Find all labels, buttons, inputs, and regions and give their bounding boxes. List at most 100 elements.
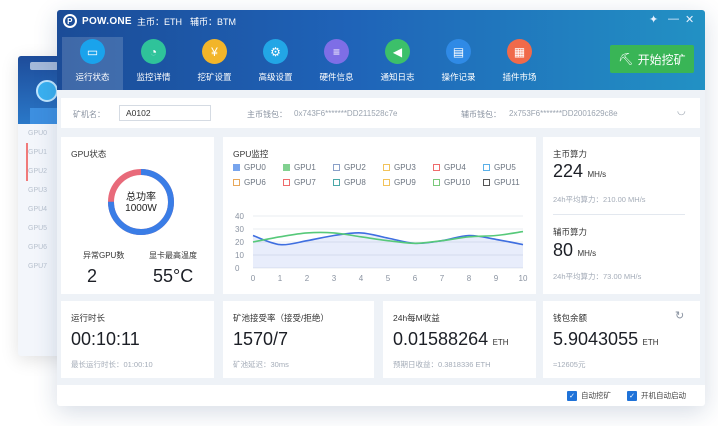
aux-hashrate-unit: MH/s: [577, 249, 597, 258]
nav-item-label: 运行状态: [75, 72, 110, 82]
speaker-icon: ◀: [385, 39, 410, 64]
info-strip: 矿机名： A0102 主币钱包： 0x743F6*******DD211528c…: [61, 98, 700, 128]
x-tick-label: 0: [251, 274, 256, 283]
pool-title: 矿池接受率（接受/拒绝）: [233, 313, 329, 323]
x-tick-label: 7: [440, 274, 445, 283]
x-tick-label: 2: [305, 274, 310, 283]
runtime-card: 运行时长 00:10:11 最长运行时长：01:00:10: [61, 301, 214, 378]
aux-wallet-label: 辅币钱包：: [461, 110, 501, 119]
nav-item-label: 操作记录: [441, 72, 476, 82]
wallet-title: 钱包余额: [553, 313, 588, 323]
main-wallet-label: 主币钱包：: [247, 110, 287, 119]
start-mining-label: 开始挖矿: [637, 52, 686, 67]
miner-name-label: 矿机名：: [73, 110, 105, 119]
nav-item-label: 通知日志: [380, 72, 415, 82]
total-power-label: 总功率: [126, 192, 156, 203]
income-sub: 预期日收益：0.3818336 ETH: [393, 360, 491, 369]
minimize-button[interactable]: —: [668, 13, 679, 25]
gpu-chart: 0 10 20 30 40 0 1 2 3 4 5 6 7 8 9 10: [235, 212, 528, 283]
x-tick-label: 6: [413, 274, 418, 283]
miner-name-input[interactable]: A0102: [119, 105, 211, 121]
pin-icon[interactable]: ✦: [649, 13, 658, 26]
aux-hashrate-title: 辅币算力: [553, 227, 588, 237]
hashrate-card: 主币算力 224 MH/s 24h平均算力：210.00 MH/s 辅币算力 8…: [543, 137, 700, 294]
abnormal-gpu-value: 2: [87, 266, 98, 286]
server-icon: ≡: [324, 39, 349, 64]
app-name: POW.ONE: [82, 15, 132, 27]
income-unit: ETH: [492, 338, 509, 347]
nav-item-0[interactable]: ▭ 运行状态: [62, 37, 123, 90]
main-hashrate-value: 224: [553, 161, 584, 181]
auto-mine-check-icon: ✓: [567, 390, 577, 401]
main-hashrate-avg: 24h平均算力：210.00 MH/s: [553, 195, 646, 204]
income-card: 24h每M收益 0.01588264 ETH 预期日收益：0.3818336 E…: [383, 301, 536, 378]
nav-item-4[interactable]: ≡ 硬件信息: [306, 37, 367, 90]
close-button[interactable]: ✕: [685, 13, 694, 26]
aux-hashrate-value: 80: [553, 240, 574, 260]
main-coin-label: 主币：ETH: [137, 17, 183, 27]
nav-item-3[interactable]: ⚙ 高级设置: [245, 37, 306, 90]
pickaxe-icon: ⛏: [618, 52, 634, 66]
income-title: 24h每M收益: [393, 313, 440, 323]
nav-item-1[interactable]: ◔ 监控详情: [123, 37, 184, 90]
nav-item-label: 监控详情: [136, 72, 171, 82]
monitor-icon: ▭: [80, 39, 105, 64]
y-tick-label: 20: [235, 238, 244, 247]
auto-start-checkbox[interactable]: ✓ 开机自动启动: [627, 390, 686, 401]
pool-value: 1570/7: [233, 329, 289, 349]
wallet-sub: ≈12605元: [553, 360, 586, 369]
background-logo: [30, 62, 58, 70]
y-tick-label: 0: [235, 264, 240, 273]
x-tick-label: 1: [278, 274, 283, 283]
abnormal-gpu-label: 异常GPU数: [83, 251, 125, 260]
wallet-unit: ETH: [642, 338, 659, 347]
medal-icon: ¥: [202, 39, 227, 64]
nav-item-label: 插件市场: [502, 72, 537, 82]
wallet-value: 5.9043055: [553, 329, 639, 349]
y-tick-label: 30: [235, 225, 244, 234]
runtime-value: 00:10:11: [71, 329, 140, 349]
gpu-monitor-card: GPU监控 GPU0 GPU1 GPU2 GPU3 GPU4 GPU5 GPU6 GPU7 GP…: [223, 137, 536, 294]
auto-start-label: 开机自动启动: [641, 391, 686, 400]
main-nav: ▭ 运行状态 ◔ 监控详情 ¥ 挖矿设置 ⚙ 高级设置 ≡ 硬件信息 ◀ 通知日志 ▤ 操作记录 ▦ 插件市场: [62, 37, 550, 90]
divider: [553, 214, 685, 215]
grid-icon: ▦: [507, 39, 532, 64]
nav-item-2[interactable]: ¥ 挖矿设置: [184, 37, 245, 90]
max-temp-label: 显卡最高温度: [149, 251, 197, 260]
refresh-icon[interactable]: ↻: [675, 309, 684, 322]
eye-closed-icon[interactable]: ◡: [677, 106, 686, 117]
gauge-icon: ◔: [141, 39, 166, 64]
main-window: P POW.ONE 主币：ETH 辅币：BTM ✦ — ✕ ▭ 运行状态 ◔ 监控详情…: [57, 10, 705, 406]
document-icon: ▤: [446, 39, 471, 64]
pool-card: 矿池接受率（接受/拒绝） 1570/7 矿池延迟：30ms: [223, 301, 374, 378]
nav-item-5[interactable]: ◀ 通知日志: [367, 37, 428, 90]
aux-hashrate-avg: 24h平均算力：73.00 MH/s: [553, 272, 642, 281]
x-tick-label: 3: [332, 274, 337, 283]
wallet-card: 钱包余额 ↻ 5.9043055 ETH ≈12605元: [543, 301, 700, 378]
gpu-status-card: GPU状态 总功率 1000W 异常GPU数 2 显卡最高温度 55°C: [61, 137, 214, 294]
x-tick-label: 9: [494, 274, 499, 283]
nav-item-label: 挖矿设置: [197, 72, 232, 82]
brand: P POW.ONE: [63, 14, 132, 28]
x-tick-label: 8: [467, 274, 472, 283]
nav-item-label: 硬件信息: [319, 72, 354, 82]
start-mining-button[interactable]: ⛏ 开始挖矿: [610, 45, 694, 73]
aux-coin-label: 辅币：BTM: [190, 17, 236, 27]
nav-item-7[interactable]: ▦ 插件市场: [489, 37, 550, 90]
y-tick-label: 40: [235, 212, 244, 221]
header: P POW.ONE 主币：ETH 辅币：BTM ✦ — ✕ ▭ 运行状态 ◔ 监控详情…: [57, 10, 705, 90]
auto-mine-label: 自动挖矿: [581, 391, 611, 400]
max-temp-value: 55°C: [153, 266, 194, 286]
auto-start-check-icon: ✓: [627, 390, 637, 401]
nav-item-6[interactable]: ▤ 操作记录: [428, 37, 489, 90]
y-tick-label: 10: [235, 251, 244, 260]
main-wallet-value: 0x743F6*******DD211528c7e: [294, 109, 398, 118]
x-tick-label: 5: [386, 274, 391, 283]
x-tick-label: 10: [519, 274, 528, 283]
gear-icon: ⚙: [263, 39, 288, 64]
x-tick-label: 4: [359, 274, 364, 283]
main-hashrate-title: 主币算力: [553, 149, 588, 159]
aux-wallet-value: 2x753F6*******DD2001629c8e: [509, 109, 618, 118]
auto-mine-checkbox[interactable]: ✓ 自动挖矿: [567, 390, 611, 401]
pow-logo-icon: P: [63, 14, 77, 28]
